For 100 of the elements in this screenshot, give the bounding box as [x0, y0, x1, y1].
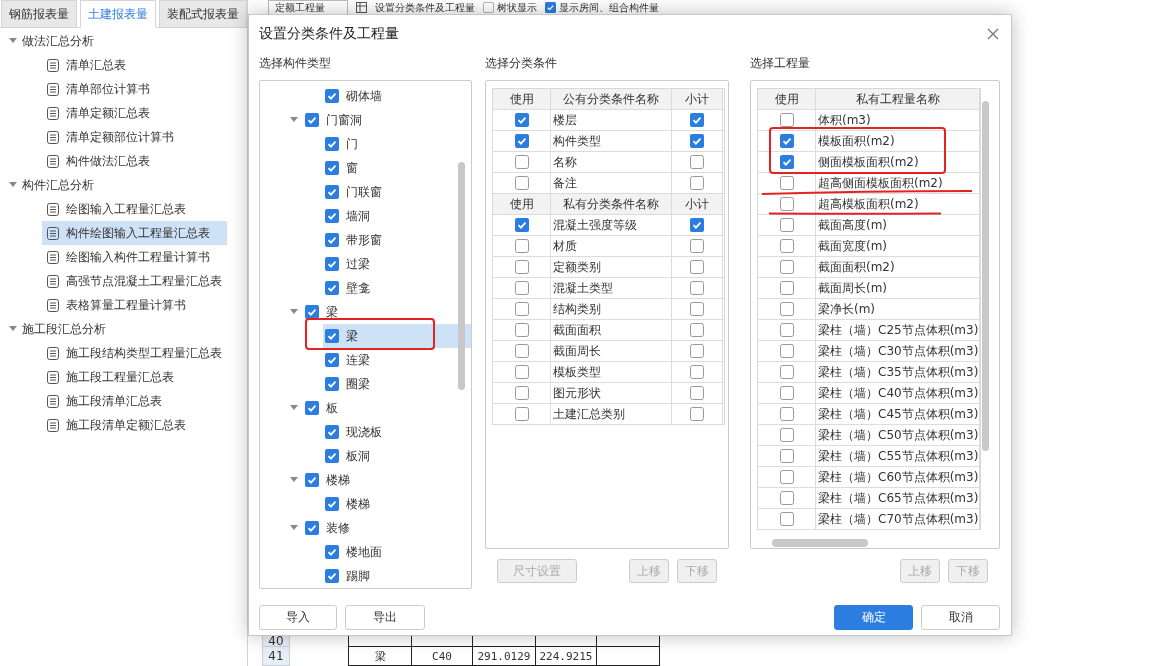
toolbar-label[interactable]: 设置分类条件及工程量	[375, 0, 475, 15]
checkbox[interactable]	[325, 425, 339, 439]
tree-item[interactable]: 圈梁	[323, 372, 471, 396]
checkbox[interactable]	[325, 185, 339, 199]
tree-item[interactable]: 楼地面	[323, 540, 471, 564]
report-item[interactable]: 施工段工程量汇总表	[42, 365, 227, 389]
checkbox[interactable]	[690, 113, 704, 127]
expand-caret-icon[interactable]	[9, 182, 17, 188]
checkbox[interactable]	[514, 176, 529, 190]
checkbox[interactable]	[779, 197, 794, 211]
checkbox[interactable]	[545, 2, 556, 13]
report-item[interactable]: 高强节点混凝土工程量汇总表	[42, 269, 227, 293]
tree-item[interactable]: 门窗洞	[326, 111, 362, 129]
cancel-button[interactable]: 取消	[921, 605, 1000, 630]
checkbox[interactable]	[779, 491, 794, 505]
expand-caret-icon[interactable]	[290, 309, 298, 315]
tree-item[interactable]: 砌体墙	[323, 84, 471, 108]
checkbox[interactable]	[779, 470, 794, 484]
checkbox[interactable]	[779, 449, 794, 463]
checkbox[interactable]	[325, 281, 339, 295]
checkbox[interactable]	[690, 239, 704, 253]
checkbox[interactable]	[305, 473, 319, 487]
checkbox[interactable]	[514, 134, 529, 148]
checkbox[interactable]	[325, 161, 339, 175]
scrollbar[interactable]	[982, 101, 989, 451]
tree-item[interactable]: 现浇板	[323, 420, 471, 444]
report-item[interactable]: 清单定额部位计算书	[42, 125, 227, 149]
tree-item[interactable]: 墙洞	[323, 204, 471, 228]
checkbox[interactable]	[779, 428, 794, 442]
checkbox[interactable]	[325, 569, 339, 583]
export-button[interactable]: 导出	[345, 605, 425, 630]
expand-caret-icon[interactable]	[9, 38, 17, 44]
expand-caret-icon[interactable]	[290, 525, 298, 531]
checkbox[interactable]	[779, 239, 794, 253]
checkbox[interactable]	[483, 2, 494, 13]
checkbox[interactable]	[325, 329, 339, 343]
expand-caret-icon[interactable]	[290, 117, 298, 123]
checkbox[interactable]	[690, 302, 704, 316]
checkbox[interactable]	[305, 401, 319, 415]
expand-caret-icon[interactable]	[290, 405, 298, 411]
checkbox[interactable]	[779, 344, 794, 358]
checkbox[interactable]	[514, 155, 529, 169]
option-label[interactable]: 显示房间、组合构件量	[559, 0, 659, 15]
checkbox[interactable]	[514, 344, 529, 358]
tree-item[interactable]: 壁龛	[323, 276, 471, 300]
checkbox[interactable]	[325, 353, 339, 367]
checkbox[interactable]	[325, 449, 339, 463]
checkbox[interactable]	[690, 407, 704, 421]
checkbox[interactable]	[325, 257, 339, 271]
checkbox[interactable]	[779, 218, 794, 232]
expand-caret-icon[interactable]	[9, 326, 17, 332]
report-item[interactable]: 清单部位计算书	[42, 77, 227, 101]
tree-group-label[interactable]: 构件汇总分析	[22, 176, 94, 194]
confirm-button[interactable]: 确定	[834, 605, 913, 630]
checkbox[interactable]	[325, 137, 339, 151]
checkbox[interactable]	[779, 260, 794, 274]
tree-item[interactable]: 连梁	[323, 348, 471, 372]
tree-item[interactable]: 门	[323, 132, 471, 156]
tree-item[interactable]: 过梁	[323, 252, 471, 276]
checkbox[interactable]	[514, 302, 529, 316]
close-button[interactable]	[986, 27, 1000, 41]
checkbox[interactable]	[779, 386, 794, 400]
checkbox[interactable]	[514, 113, 529, 127]
checkbox[interactable]	[514, 386, 529, 400]
checkbox[interactable]	[779, 407, 794, 421]
checkbox[interactable]	[690, 218, 704, 232]
checkbox[interactable]	[779, 113, 794, 127]
settings-icon[interactable]	[356, 2, 367, 13]
scrollbar[interactable]	[458, 162, 465, 390]
tree-group-label[interactable]: 施工段汇总分析	[22, 320, 106, 338]
checkbox[interactable]	[690, 176, 704, 190]
report-item[interactable]: 施工段清单汇总表	[42, 389, 227, 413]
tree-item[interactable]: 带形窗	[323, 228, 471, 252]
checkbox[interactable]	[690, 260, 704, 274]
tree-item[interactable]: 板洞	[323, 444, 471, 468]
report-item[interactable]: 绘图输入构件工程量计算书	[42, 245, 227, 269]
checkbox[interactable]	[305, 305, 319, 319]
tree-item[interactable]: 踢脚	[323, 564, 471, 588]
checkbox[interactable]	[779, 323, 794, 337]
checkbox[interactable]	[690, 365, 704, 379]
tree-item[interactable]: 装修	[326, 519, 350, 537]
checkbox[interactable]	[779, 302, 794, 316]
checkbox[interactable]	[690, 344, 704, 358]
expand-caret-icon[interactable]	[290, 477, 298, 483]
report-item[interactable]: 清单汇总表	[42, 53, 227, 77]
checkbox[interactable]	[514, 260, 529, 274]
checkbox[interactable]	[779, 365, 794, 379]
checkbox[interactable]	[779, 512, 794, 526]
report-item[interactable]: 构件绘图输入工程量汇总表	[42, 221, 227, 245]
checkbox[interactable]	[690, 323, 704, 337]
checkbox[interactable]	[305, 521, 319, 535]
checkbox[interactable]	[690, 386, 704, 400]
report-tab[interactable]: 土建报表量	[80, 0, 156, 28]
tree-group-label[interactable]: 做法汇总分析	[22, 32, 94, 50]
checkbox[interactable]	[514, 407, 529, 421]
checkbox[interactable]	[325, 497, 339, 511]
option-label[interactable]: 树状显示	[497, 0, 537, 15]
checkbox[interactable]	[325, 89, 339, 103]
checkbox[interactable]	[779, 176, 794, 190]
checkbox[interactable]	[779, 281, 794, 295]
